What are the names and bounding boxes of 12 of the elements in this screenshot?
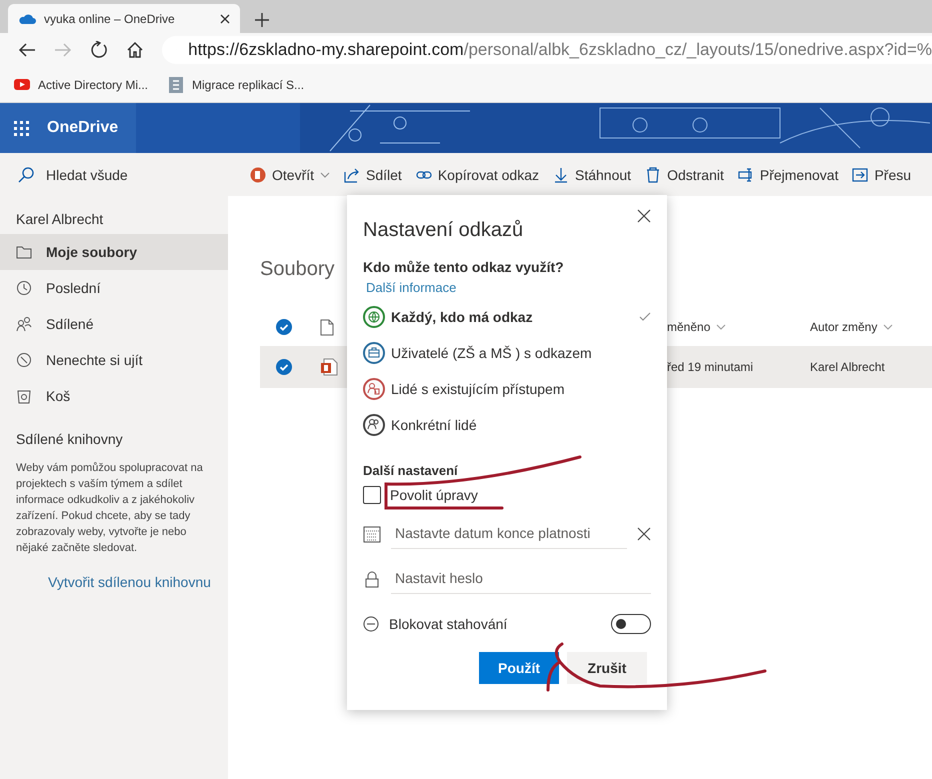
checkbox-label: Povolit úpravy: [390, 487, 478, 503]
toggle-label: Blokovat stahování: [389, 616, 508, 632]
section-title: Další nastavení: [363, 463, 459, 478]
table-cell: řed 19 minutami: [667, 360, 754, 374]
section-title: Sdílené knihovny: [15, 430, 124, 447]
description-text: Weby vám pomůžou spolupracovat na projektech s vaším týmem a sdílet informace odkudkoliv a z jakéhokoliv zařízení. Pokud chcete, aby se tady zobrazovaly weby, vytvořte je nebo nějaké začněte sledovat.: [15, 461, 204, 556]
tab-title: vyuka online – OneDrive: [44, 12, 176, 26]
question-label: Kdo může tento odkaz využít?: [363, 259, 565, 275]
table-cell: Karel Albrecht: [810, 360, 885, 374]
dialog-title: Nastavení odkazů: [363, 219, 524, 242]
url-text: https://6zskladno-my.sharepoint.com/personal/albk_6zskladno_cz/_layouts/15/onedrive.aspx?id=%: [188, 40, 932, 60]
user-name: Karel Albrecht: [15, 211, 104, 229]
